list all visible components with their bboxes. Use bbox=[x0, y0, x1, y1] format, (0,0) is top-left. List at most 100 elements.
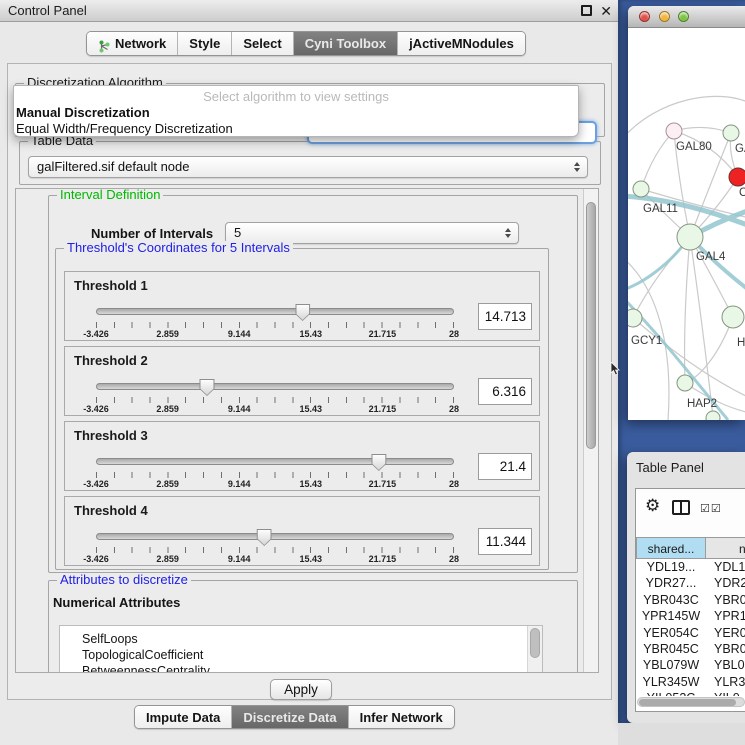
tab-infer-network[interactable]: Infer Network bbox=[348, 706, 454, 728]
table-data-combobox[interactable]: galFiltered.sif default node bbox=[28, 156, 588, 178]
table-row[interactable]: YBL079WYBL0 bbox=[636, 657, 745, 673]
tab-network[interactable]: Network bbox=[87, 32, 177, 55]
cell[interactable]: YDR27... bbox=[636, 575, 706, 591]
split-columns-icon[interactable] bbox=[672, 500, 690, 515]
node-gal80[interactable] bbox=[666, 123, 682, 139]
cell[interactable]: YIL0 bbox=[706, 690, 740, 696]
list-scrollbar[interactable] bbox=[527, 626, 542, 673]
table-panel-box: ⚙ ☑☑ shared... n YDL19...YDL1 YDR27...YD… bbox=[635, 488, 745, 712]
popup-placeholder: Select algorithm to view settings bbox=[14, 88, 578, 105]
threshold-1-value-field[interactable]: 14.713 bbox=[478, 303, 532, 330]
table-row[interactable]: YLR345WYLR3 bbox=[636, 674, 745, 690]
select-columns-checkboxes-icon[interactable]: ☑☑ bbox=[700, 502, 722, 515]
table-row[interactable]: YER054CYER0 bbox=[636, 625, 745, 641]
node-gcy1[interactable] bbox=[628, 309, 642, 327]
cell[interactable]: YBR045C bbox=[636, 641, 706, 657]
tab-style[interactable]: Style bbox=[177, 32, 231, 55]
node-hap2[interactable] bbox=[677, 375, 693, 391]
tab-impute-data[interactable]: Impute Data bbox=[135, 706, 231, 728]
threshold-3-label: Threshold 3 bbox=[74, 428, 148, 443]
cell[interactable]: YBR0 bbox=[706, 641, 745, 657]
close-traffic-light-icon[interactable] bbox=[639, 11, 650, 22]
tab-select[interactable]: Select bbox=[231, 32, 292, 55]
threshold-4-slider[interactable]: -3.426 2.859 9.144 15.43 21.715 28 bbox=[96, 530, 454, 562]
list-item[interactable]: SelfLoops bbox=[60, 631, 542, 647]
table-row[interactable]: YDL19...YDL1 bbox=[636, 559, 745, 575]
numerical-attributes-list[interactable]: SelfLoops TopologicalCoefficient Between… bbox=[59, 625, 543, 673]
cell[interactable]: YDR2 bbox=[706, 575, 745, 591]
close-icon[interactable]: ✕ bbox=[600, 2, 612, 20]
slider-thumb[interactable] bbox=[199, 379, 214, 396]
cell[interactable]: YPR145W bbox=[636, 608, 706, 624]
node-highlighted[interactable] bbox=[729, 168, 745, 186]
node-label-gal4: GAL4 bbox=[696, 251, 726, 263]
tick-label: 28 bbox=[449, 404, 459, 414]
table-row[interactable]: YIL052CYIL0 bbox=[636, 690, 745, 696]
cell[interactable]: YBR043C bbox=[636, 592, 706, 608]
settings-scrollbar-thumb[interactable] bbox=[586, 202, 596, 449]
tick-label: 9.144 bbox=[228, 554, 251, 564]
node-ga[interactable] bbox=[723, 125, 739, 141]
tab-jactivemnodules[interactable]: jActiveMNodules bbox=[397, 32, 525, 55]
list-scrollbar-thumb[interactable] bbox=[530, 628, 540, 658]
column-header-shared-name[interactable]: shared... bbox=[636, 537, 706, 559]
table-row[interactable]: YBR045CYBR0 bbox=[636, 641, 745, 657]
cell[interactable]: YDL1 bbox=[706, 559, 745, 575]
cell[interactable]: YLR345W bbox=[636, 674, 706, 690]
float-window-icon[interactable] bbox=[581, 5, 592, 16]
node-gal11[interactable] bbox=[633, 181, 649, 197]
tab-discretize-data[interactable]: Discretize Data bbox=[231, 706, 347, 728]
list-item[interactable]: BetweennessCentrality bbox=[60, 663, 542, 673]
cell[interactable]: YBL079W bbox=[636, 657, 706, 673]
desktop-background: GAL80 GA C GAL11 GAL4 GCY1 H HAP2 Table … bbox=[618, 0, 745, 723]
list-item[interactable]: TopologicalCoefficient bbox=[60, 647, 542, 663]
table-row[interactable]: YPR145WYPR1 bbox=[636, 608, 745, 624]
cell[interactable]: YPR1 bbox=[706, 608, 745, 624]
cell[interactable]: YER054C bbox=[636, 625, 706, 641]
node-label-ga: GA bbox=[735, 143, 745, 155]
cell[interactable]: YDL19... bbox=[636, 559, 706, 575]
threshold-3-slider[interactable]: -3.426 2.859 9.144 15.43 21.715 28 bbox=[96, 455, 454, 487]
table-header-row: shared... n bbox=[636, 537, 745, 559]
slider-track[interactable] bbox=[96, 533, 454, 540]
threshold-3-value-field[interactable]: 21.4 bbox=[478, 453, 532, 480]
slider-track[interactable] bbox=[96, 383, 454, 390]
slider-thumb[interactable] bbox=[295, 304, 310, 321]
slider-thumb[interactable] bbox=[257, 529, 272, 546]
tick-label: 2.859 bbox=[156, 404, 179, 414]
table-horizontal-scrollbar[interactable] bbox=[637, 697, 745, 707]
node-bottom[interactable] bbox=[706, 411, 720, 420]
settings-scrollbar[interactable] bbox=[583, 189, 598, 672]
node-gal4[interactable] bbox=[677, 224, 703, 250]
threshold-2-panel: Threshold 2 -3.426 2.859 9.144 15.43 bbox=[64, 346, 540, 416]
numerical-attributes-label: Numerical Attributes bbox=[53, 595, 180, 610]
table-horizontal-scrollbar-thumb[interactable] bbox=[639, 699, 736, 706]
slider-track[interactable] bbox=[96, 458, 454, 465]
threshold-2-value-field[interactable]: 6.316 bbox=[478, 378, 532, 405]
tab-infer-network-label: Infer Network bbox=[360, 706, 443, 729]
popup-item-equal-width-frequency[interactable]: Equal Width/Frequency Discretization bbox=[14, 121, 578, 137]
table-row[interactable]: YDR27...YDR2 bbox=[636, 575, 745, 591]
apply-button[interactable]: Apply bbox=[270, 679, 332, 700]
minimize-traffic-light-icon[interactable] bbox=[659, 11, 670, 22]
table-data-group: Table Data galFiltered.sif default node bbox=[19, 141, 601, 185]
threshold-4-value-field[interactable]: 11.344 bbox=[478, 528, 532, 555]
zoom-traffic-light-icon[interactable] bbox=[678, 11, 689, 22]
settings-scrollpane: Interval Definition Number of Intervals … bbox=[15, 188, 599, 673]
cell[interactable]: YBL0 bbox=[706, 657, 745, 673]
threshold-2-slider[interactable]: -3.426 2.859 9.144 15.43 21.715 28 bbox=[96, 380, 454, 412]
cell[interactable]: YIL052C bbox=[636, 690, 706, 696]
table-row[interactable]: YBR043CYBR0 bbox=[636, 592, 745, 608]
cell[interactable]: YLR3 bbox=[706, 674, 745, 690]
popup-item-manual-discretization[interactable]: Manual Discretization bbox=[14, 105, 578, 121]
network-canvas[interactable]: GAL80 GA C GAL11 GAL4 GCY1 H HAP2 bbox=[628, 28, 745, 420]
node-h[interactable] bbox=[722, 306, 744, 328]
column-header-name[interactable]: n bbox=[705, 537, 745, 559]
cell[interactable]: YER0 bbox=[706, 625, 745, 641]
slider-track[interactable] bbox=[96, 308, 454, 315]
gear-icon[interactable]: ⚙ bbox=[645, 496, 660, 516]
tab-cyni-toolbox[interactable]: Cyni Toolbox bbox=[293, 32, 397, 55]
threshold-1-slider[interactable]: -3.426 2.859 9.144 15.43 21.715 28 bbox=[96, 305, 454, 337]
slider-thumb[interactable] bbox=[371, 454, 386, 471]
cell[interactable]: YBR0 bbox=[706, 592, 745, 608]
